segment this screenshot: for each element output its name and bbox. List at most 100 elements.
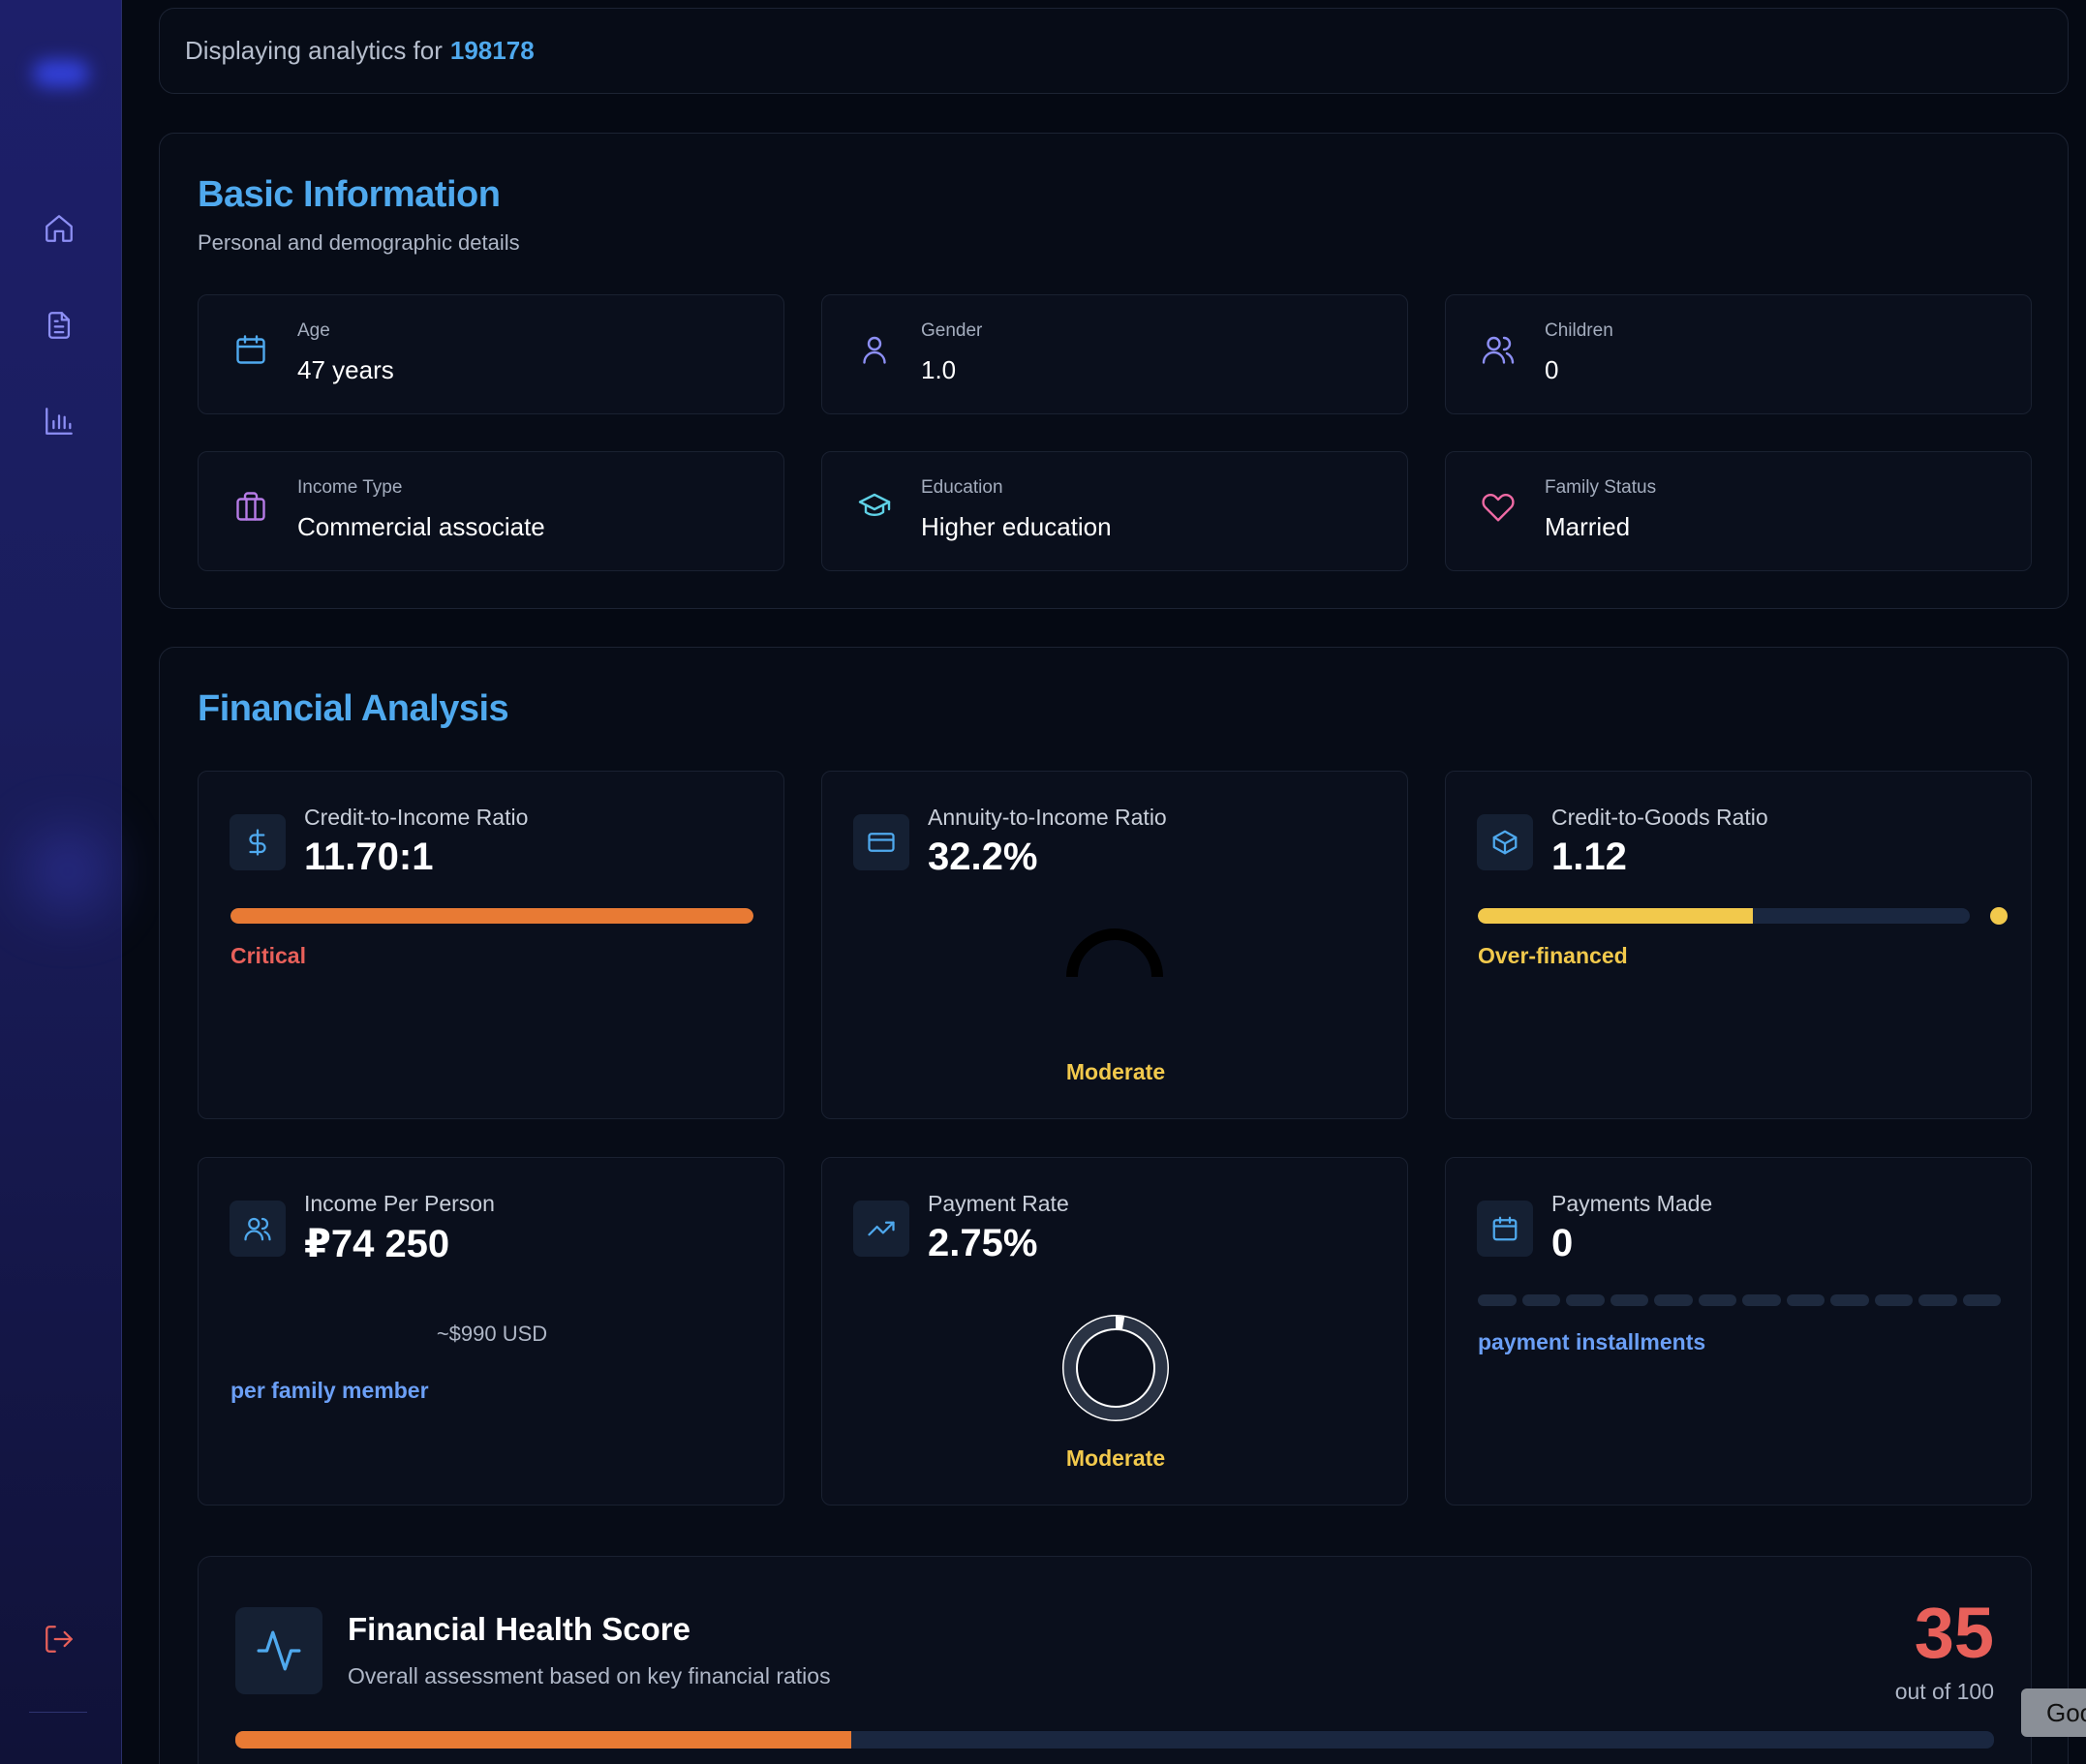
info-card-gender: Gender 1.0 xyxy=(821,294,1408,414)
users-icon xyxy=(1482,336,1515,364)
graduation-cap-icon xyxy=(858,493,891,517)
card-income-per-person: Income Per Person ₽74 250 ~$990 USD per … xyxy=(198,1157,784,1505)
calendar-icon xyxy=(236,335,265,364)
installment-segment xyxy=(1918,1294,1957,1306)
gauge-arc xyxy=(1066,928,1163,978)
card-value: 2.75% xyxy=(928,1222,1038,1264)
status-label: Over-financed xyxy=(1478,943,1628,968)
card-icon-box xyxy=(230,1201,286,1257)
card-value: 0 xyxy=(1551,1222,1574,1264)
card-payment-rate: Payment Rate 2.75% Moderate xyxy=(821,1157,1408,1505)
card-value: ₽74 250 xyxy=(304,1223,450,1265)
health-subtitle: Overall assessment based on key financia… xyxy=(348,1663,831,1688)
info-label: Age xyxy=(297,320,330,341)
installment-segment xyxy=(1478,1294,1517,1306)
credit-goods-bar xyxy=(1478,908,1970,924)
financial-health-card: Financial Health Score Overall assessmen… xyxy=(198,1556,2032,1764)
bar-chart-icon xyxy=(46,408,73,435)
info-card-family-status: Family Status Married xyxy=(1445,451,2032,571)
card-value: 32.2% xyxy=(928,836,1038,878)
info-value: 0 xyxy=(1545,355,1559,384)
card-icon-box xyxy=(853,814,909,870)
installment-segment xyxy=(1521,1294,1560,1306)
health-out-of: out of 100 xyxy=(1894,1679,1994,1704)
users-icon xyxy=(244,1217,271,1241)
briefcase-icon xyxy=(236,492,265,521)
health-score-bar xyxy=(235,1731,1994,1749)
installment-segment xyxy=(1786,1294,1825,1306)
card-label: Annuity-to-Income Ratio xyxy=(928,805,1167,830)
toast-button[interactable]: Goo xyxy=(2021,1688,2086,1737)
box-icon xyxy=(1492,830,1518,855)
health-score-bar-fill xyxy=(235,1731,851,1749)
trending-up-icon xyxy=(868,1221,895,1236)
card-value: 1.12 xyxy=(1551,836,1627,878)
note-label: payment installments xyxy=(1478,1329,1706,1354)
info-label: Family Status xyxy=(1545,477,1657,498)
info-label: Income Type xyxy=(297,477,403,498)
status-label: Critical xyxy=(230,943,306,968)
payment-rate-ring xyxy=(1062,1315,1169,1421)
sidebar-item-home[interactable] xyxy=(35,204,83,253)
card-label: Payments Made xyxy=(1551,1191,1713,1216)
card-value: 11.70:1 xyxy=(304,836,434,878)
card-label: Credit-to-Goods Ratio xyxy=(1551,805,1768,830)
info-label: Gender xyxy=(921,320,983,341)
calendar-icon xyxy=(1492,1216,1518,1241)
installment-segment xyxy=(1962,1294,2001,1306)
health-title: Financial Health Score xyxy=(348,1611,690,1647)
health-score: 35 xyxy=(1914,1593,1994,1673)
info-value: 47 years xyxy=(297,355,394,384)
financial-analysis-panel: Financial Analysis Credit-to-Income Rati… xyxy=(159,647,2069,1764)
basic-info-subtitle: Personal and demographic details xyxy=(198,230,520,255)
info-label: Education xyxy=(921,477,1003,498)
info-card-age: Age 47 years xyxy=(198,294,784,414)
analytics-header: Displaying analytics for 198178 xyxy=(159,8,2069,94)
status-label: Moderate xyxy=(1065,1059,1166,1084)
card-label: Payment Rate xyxy=(928,1191,1069,1216)
user-icon xyxy=(863,336,886,364)
basic-information-panel: Basic Information Personal and demograph… xyxy=(159,133,2069,609)
card-payments-made: Payments Made 0 payment installments xyxy=(1445,1157,2032,1505)
dollar-icon xyxy=(249,829,266,856)
installment-segment xyxy=(1742,1294,1781,1306)
header-prefix: Displaying analytics for xyxy=(185,36,443,65)
info-value: Married xyxy=(1545,512,1631,541)
info-card-children: Children 0 xyxy=(1445,294,2032,414)
credit-card-icon xyxy=(868,833,895,852)
installment-segment xyxy=(1830,1294,1869,1306)
installment-segment xyxy=(1610,1294,1648,1306)
credit-income-bar xyxy=(230,908,753,924)
card-credit-to-income: Credit-to-Income Ratio 11.70:1 Critical xyxy=(198,771,784,1119)
info-card-income-type: Income Type Commercial associate xyxy=(198,451,784,571)
financial-analysis-title: Financial Analysis xyxy=(198,688,509,729)
status-label: Moderate xyxy=(1065,1445,1166,1471)
installment-segment xyxy=(1566,1294,1605,1306)
annuity-gauge xyxy=(1066,928,1163,978)
info-card-education: Education Higher education xyxy=(821,451,1408,571)
info-value: 1.0 xyxy=(921,355,957,384)
heart-icon xyxy=(1482,493,1515,522)
sidebar-glow xyxy=(29,833,107,910)
ring-inner xyxy=(1076,1328,1155,1408)
card-credit-to-goods: Credit-to-Goods Ratio 1.12 Over-financed xyxy=(1445,771,2032,1119)
installment-segment xyxy=(1698,1294,1736,1306)
info-label: Children xyxy=(1545,320,1613,341)
card-icon-box xyxy=(1477,1201,1533,1257)
card-icon-box xyxy=(853,1201,909,1257)
card-icon-box xyxy=(1477,814,1533,870)
installment-segment xyxy=(1874,1294,1913,1306)
activity-icon xyxy=(257,1630,301,1671)
sidebar-item-documents[interactable] xyxy=(35,301,83,350)
installment-segment xyxy=(1654,1294,1693,1306)
sidebar-divider xyxy=(29,1712,87,1713)
sidebar-item-analytics[interactable] xyxy=(35,397,83,445)
home-icon xyxy=(46,215,73,242)
logout-button[interactable] xyxy=(35,1615,83,1663)
usd-equivalent: ~$990 USD xyxy=(436,1322,548,1346)
health-icon-box xyxy=(235,1607,322,1694)
card-label: Income Per Person xyxy=(304,1191,495,1216)
card-icon-box xyxy=(230,814,286,870)
document-icon xyxy=(47,312,71,339)
threshold-marker xyxy=(1990,907,2008,925)
